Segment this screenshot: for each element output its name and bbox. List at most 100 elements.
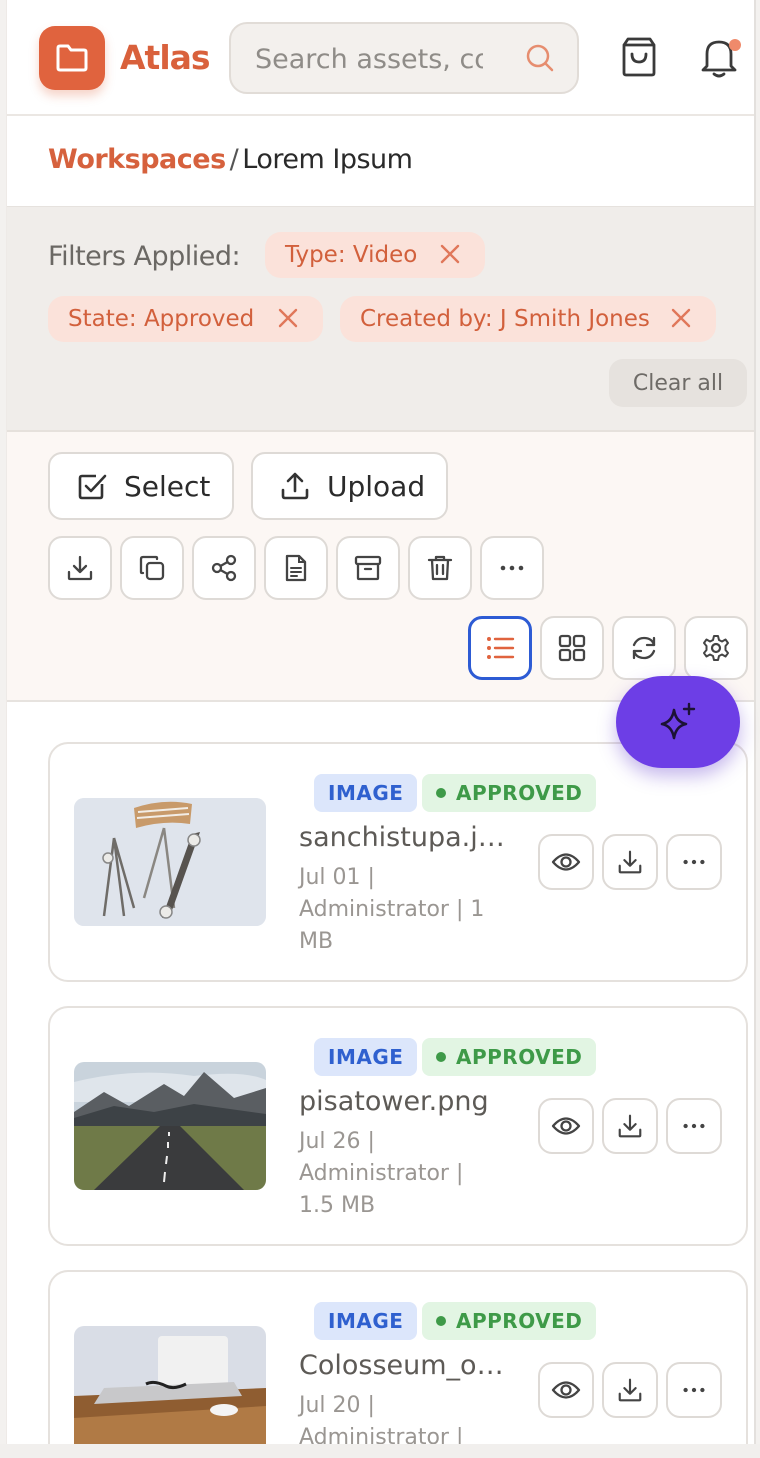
asset-more-button[interactable]	[666, 834, 722, 890]
preview-button[interactable]	[538, 834, 594, 890]
filter-chip-type: Type: Video	[265, 232, 485, 278]
status-dot	[436, 1316, 446, 1326]
download-icon	[618, 850, 642, 874]
asset-more-button[interactable]	[666, 1362, 722, 1418]
select-button[interactable]: Select	[48, 452, 234, 520]
asset-more-button[interactable]	[666, 1098, 722, 1154]
settings-icon	[703, 635, 729, 661]
refresh-button[interactable]	[612, 616, 676, 680]
more-icon	[683, 1387, 705, 1393]
copy-button[interactable]	[120, 536, 184, 600]
notification-dot	[729, 39, 741, 51]
asset-type-badge: IMAGE	[314, 1038, 418, 1076]
asset-meta: Jul 26 | Administrator | 1.5 MB	[299, 1129, 464, 1218]
upload-icon	[281, 472, 309, 500]
filter-chip-label: Type: Video	[285, 242, 418, 268]
upload-button-label: Upload	[327, 469, 426, 503]
breadcrumb-current: Lorem Ipsum	[242, 144, 413, 175]
copy-icon	[139, 555, 165, 581]
ai-assistant-button[interactable]	[616, 676, 740, 768]
upload-button[interactable]: Upload	[251, 452, 448, 520]
download-asset-button[interactable]	[602, 834, 658, 890]
bottom-edge	[0, 1444, 760, 1458]
asset-file-name[interactable]: pisatower.png	[299, 1086, 505, 1117]
remove-filter-icon[interactable]	[668, 305, 694, 331]
breadcrumb-separator: /	[229, 144, 239, 175]
list-view-icon	[487, 637, 515, 659]
sparkles-icon	[660, 702, 696, 740]
asset-status-label: APPROVED	[456, 781, 583, 805]
search-box[interactable]	[229, 22, 579, 94]
asset-meta: Jul 01 | Administrator | 1 MB	[299, 865, 485, 954]
eye-icon	[551, 1117, 581, 1135]
preview-button[interactable]	[538, 1098, 594, 1154]
asset-toolbar: Select Upload	[7, 432, 754, 702]
asset-status-badge: APPROVED	[422, 1038, 597, 1076]
status-dot	[436, 1052, 446, 1062]
preview-button[interactable]	[538, 1362, 594, 1418]
asset-file-name[interactable]: sanchistupa.jpg	[299, 822, 505, 853]
filter-chip-label: Created by: J Smith Jones	[360, 306, 650, 332]
app-name: Atlas	[120, 38, 211, 77]
archive-icon	[354, 555, 382, 581]
remove-filter-icon[interactable]	[437, 241, 463, 267]
trash-icon	[427, 555, 453, 581]
share-button[interactable]	[192, 536, 256, 600]
folder-icon	[56, 44, 88, 72]
shopping-bag-icon[interactable]	[620, 36, 658, 78]
share-icon	[211, 554, 237, 582]
asset-file-name[interactable]: Colosseum_overview.png	[299, 1350, 505, 1381]
filter-chip-creator: Created by: J Smith Jones	[340, 296, 716, 342]
grid-view-icon	[558, 634, 586, 662]
eye-icon	[551, 1381, 581, 1399]
filter-chip-label: State: Approved	[68, 306, 255, 332]
asset-type-badge: IMAGE	[314, 1302, 418, 1340]
document-icon	[285, 554, 307, 582]
breadcrumb-workspaces-link[interactable]: Workspaces	[48, 144, 226, 175]
asset-type-badge: IMAGE	[314, 774, 418, 812]
remove-filter-icon[interactable]	[275, 305, 301, 331]
asset-card[interactable]: IMAGE APPROVED Colosseum_overview.png Ju…	[48, 1270, 748, 1444]
asset-meta: Jul 20 | Administrator | 1.5 MB	[299, 1393, 464, 1444]
page: Atlas Workspaces/Lorem Ipsum Filters App…	[0, 0, 760, 1458]
archive-button[interactable]	[336, 536, 400, 600]
download-icon	[618, 1378, 642, 1402]
more-icon	[683, 1123, 705, 1129]
asset-status-label: APPROVED	[456, 1309, 583, 1333]
breadcrumb: Workspaces / Lorem Ipsum	[48, 144, 413, 175]
search-input[interactable]	[255, 41, 483, 77]
delete-button[interactable]	[408, 536, 472, 600]
asset-card[interactable]: IMAGE APPROVED pisatower.png Jul 26 | Ad…	[48, 1006, 748, 1246]
refresh-icon	[632, 636, 656, 660]
list-view-button[interactable]	[468, 616, 532, 680]
asset-thumbnail[interactable]	[74, 798, 266, 926]
asset-card[interactable]: IMAGE APPROVED sanchistupa.jpg Jul 01 | …	[48, 742, 748, 982]
clear-all-button[interactable]: Clear all	[609, 359, 747, 407]
search-icon[interactable]	[525, 43, 555, 73]
asset-status-badge: APPROVED	[422, 774, 597, 812]
applied-filters-panel: Filters Applied: Type: Video State: Appr…	[7, 206, 754, 432]
eye-icon	[551, 853, 581, 871]
asset-status-badge: APPROVED	[422, 1302, 597, 1340]
details-button[interactable]	[264, 536, 328, 600]
top-bar: Atlas	[7, 0, 754, 116]
app-logo[interactable]	[39, 26, 105, 90]
asset-thumbnail[interactable]	[74, 1326, 266, 1444]
grid-view-button[interactable]	[540, 616, 604, 680]
more-icon	[683, 859, 705, 865]
select-button-label: Select	[124, 469, 211, 503]
more-actions-button[interactable]	[480, 536, 544, 600]
filters-label: Filters Applied:	[48, 241, 241, 272]
download-asset-button[interactable]	[602, 1362, 658, 1418]
more-icon	[500, 565, 524, 571]
download-button[interactable]	[48, 536, 112, 600]
checkbox-icon	[78, 474, 107, 500]
download-icon	[618, 1114, 642, 1138]
asset-status-label: APPROVED	[456, 1045, 583, 1069]
asset-thumbnail[interactable]	[74, 1062, 266, 1190]
settings-button[interactable]	[684, 616, 748, 680]
filter-chip-state: State: Approved	[48, 296, 323, 342]
download-asset-button[interactable]	[602, 1098, 658, 1154]
status-dot	[436, 788, 446, 798]
download-icon	[67, 555, 93, 581]
